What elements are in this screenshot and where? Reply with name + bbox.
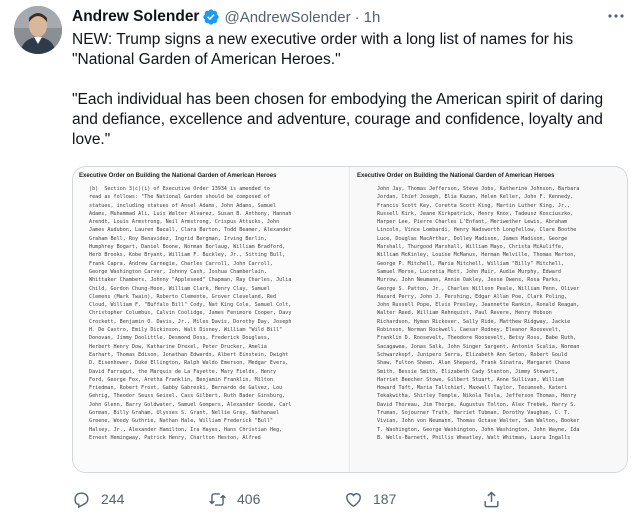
document-line: Earhart, Thomas Edison, Jonathan Edwards… [89,351,289,358]
action-bar: 244 406 187 [72,484,628,514]
document-line: George P. Mitchell, Maria Mitchell, Will… [377,260,565,267]
tweet: Andrew Solender @AndrewSolender · 1h NEW… [72,6,628,508]
document-text: (b) Section 3(c)(i) of Executive Order 1… [73,183,349,442]
document-line: Murrow, John Neumann, Annie Oakley, Jess… [377,277,562,284]
reply-count: 244 [101,491,125,507]
document-line: Sacagawea, Jonas Salk, John Singer Sarge… [377,343,580,350]
document-line: Greene, Woody Guthrie, Nathan Hale, Will… [89,418,274,425]
document-line: George S. Patton, Jr., Charles Willson P… [377,285,580,292]
document-line: B. Wells-Barnett, Phillis Wheatley, Walt… [377,434,571,441]
avatar-photo [14,6,62,54]
reply-icon [74,491,89,508]
document-line: Ford, George Fox, Aretha Franklin, Benja… [89,376,274,383]
document-line: Richardson, Hyman Rickover, Sally Ride, … [377,318,571,325]
document-line: Luce, Douglas MacArthur, Dolley Madison,… [377,235,568,242]
document-line: (b) Section 3(c)(i) of Executive Order 1… [89,186,270,192]
document-line: Shaw, Fulton Sheen, Alan Shepard, Frank … [377,360,571,367]
like-button[interactable]: 187 [344,490,396,509]
document-line: Francis Scott Key, Coretta Scott King, M… [377,202,571,209]
document-line: Walter Reed, William Rehnquist, Paul Rev… [377,310,552,317]
document-title: Executive Order on Building the National… [79,173,277,179]
document-line: Schwarzkopf, Junipero Serra, Elizabeth A… [377,351,568,358]
verified-badge-icon [203,9,220,25]
document-line: Friedman, Robert Frost, Gabby Gabreski, … [89,385,283,392]
tweet-header: Andrew Solender @AndrewSolender · 1h [72,6,628,28]
media-image[interactable]: Executive Order on Building the National… [72,166,628,473]
document-line: Russell Kirk, Jeane Kirkpatrick, Henry K… [377,210,574,217]
tweet-text: NEW: Trump signs a new executive order w… [72,30,628,150]
document-line: Herbert Henry Dow, Katharine Drexel, Pet… [89,343,267,350]
document-line: Hazard Perry, John J. Pershing, Edgar Al… [377,293,568,300]
document-line: Whittaker Chambers, Johnny "Appleseed" C… [89,277,292,284]
document-line: Truman, Sojourner Truth, Harriet Tubman,… [377,410,571,417]
document-line: read as follows: "The National Garden sh… [89,194,270,201]
document-line: Gorman, Billy Graham, Ulysses S. Grant, … [89,410,280,417]
document-line: Clemens (Mark Twain), Roberto Clemente, … [89,293,277,300]
share-button[interactable] [482,490,511,509]
document-line: statues, including statues of Ansel Adam… [89,202,277,209]
like-count: 187 [373,491,397,507]
timestamp[interactable]: 1h [364,9,381,26]
heart-icon [346,492,361,507]
document-page-right: Executive Order on Building the National… [351,167,627,472]
document-line: David Farragut, the Marquis de La Fayett… [89,368,277,375]
reply-button[interactable]: 244 [72,490,124,509]
document-line: William McKinley, Louise McManus, Herman… [377,252,577,259]
author-name[interactable]: Andrew Solender [72,8,199,26]
document-line: Herb Brooks, Kobe Bryant, William F. Buc… [89,252,286,259]
author-handle[interactable]: @AndrewSolender [224,9,350,26]
document-page-left: Executive Order on Building the National… [73,167,350,472]
document-line: Robinson, Norman Rockwell, Caesar Rodney… [377,327,562,334]
document-line: Harper Lee, Pierre Charles L'Enfant, Mer… [377,219,568,226]
avatar[interactable] [14,6,62,54]
document-line: Cloud, William F. "Buffalo Bill" Cody, N… [89,302,292,309]
share-icon [484,491,499,507]
document-line: Samuel Morse, Lucretia Mott, John Muir, … [377,268,562,275]
document-line: James Audubon, Lauren Bacall, Clara Bart… [89,227,292,234]
document-line: Humphrey Bogart, Daniel Boone, Norman Bo… [89,244,286,251]
document-line: David Thoreau, Jim Thorpe, Augustus Tolt… [377,401,577,408]
document-title: Executive Order on Building the National… [357,173,555,179]
document-line: Halsey, Jr., Alexander Hamilton, Ira Hay… [89,426,283,433]
document-line: T. Washington, George Washington, John W… [377,426,580,433]
document-line: John Glenn, Barry Goldwater, Samuel Gomp… [89,401,292,408]
document-line: Arendt, Louis Armstrong, Neil Armstrong,… [89,219,280,226]
document-line: Marshall, Thurgood Marshall, William May… [377,244,565,251]
document-line: Ernest Hemingway, Patrick Henry, Charlto… [89,434,261,441]
document-line: George Washington Carver, Johnny Cash, J… [89,268,267,275]
document-line: Adams, Muhammad Ali, Luis Walter Alvarez… [89,210,292,217]
retweet-count: 406 [237,491,261,507]
document-line: Graham Bell, Roy Benavidez, Ingrid Bergm… [89,235,267,242]
document-line: Gehrig, Theodor Seuss Geisel, Cass Gilbe… [89,393,286,400]
document-line: John Russell Pope, Elvis Presley, Jeanne… [377,302,580,309]
tweet-paragraph: "Each individual has been chosen for emb… [72,91,604,148]
document-line: Frank Capra, Andrew Carnegie, Charles Ca… [89,260,274,267]
document-line: Franklin D. Roosevelt, Theodore Roosevel… [377,335,577,342]
document-line: D. Eisenhower, Duke Ellington, Ralph Wal… [89,360,289,367]
document-line: Smith, Bessie Smith, Elizabeth Cady Stan… [377,368,558,375]
document-line: Crockett, Benjamin O. Davis, Jr., Miles … [89,318,292,325]
tweet-paragraph: NEW: Trump signs a new executive order w… [72,31,574,68]
retweet-icon [209,492,226,506]
document-text: John Jay, Thomas Jefferson, Steve Jobs, … [351,183,627,442]
document-line: Donovan, Jimmy Doolittle, Desmond Doss, … [89,335,270,342]
document-line: H. De Castro, Emily Dickinson, Walt Disn… [89,327,283,334]
separator-dot: · [354,8,360,26]
document-line: Vivian, John von Neumann, Thomas Octave … [377,418,580,425]
retweet-button[interactable]: 406 [208,490,260,509]
more-icon[interactable] [604,6,628,26]
document-line: Christopher Columbus, Calvin Coolidge, J… [89,310,292,317]
document-line: John Jay, Thomas Jefferson, Steve Jobs, … [377,186,580,192]
document-line: Jordan, Chief Joseph, Elia Kazan, Helen … [377,194,574,201]
document-line: Howard Taft, Maria Tallchief, Maxwell Ta… [377,385,568,392]
document-line: Harriet Beecher Stowe, Gilbert Stuart, A… [377,376,565,383]
document-line: Tekakwitha, Shirley Temple, Nikola Tesla… [377,393,577,400]
document-line: Lincoln, Vince Lombardi, Henry Wadsworth… [377,227,577,234]
document-line: Child, Gordon Chung-Hoon, William Clark,… [89,285,270,292]
